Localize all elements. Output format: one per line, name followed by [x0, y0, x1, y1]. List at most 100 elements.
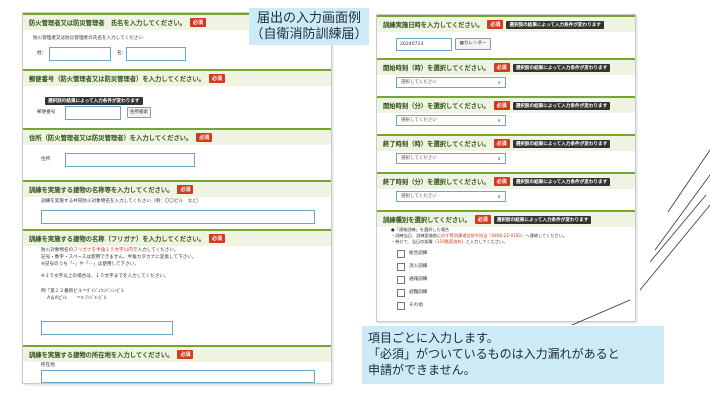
required-badge: 必須 [474, 215, 491, 224]
end-hour-select[interactable]: 選択してください ∨ [396, 153, 506, 164]
address-search-button[interactable]: 住所検索 [127, 107, 151, 118]
required-badge: 必須 [493, 177, 510, 186]
address-input[interactable] [65, 153, 195, 167]
caption-line: （自衛消防訓練届） [250, 27, 368, 42]
address-label: 住所 [41, 157, 51, 162]
instruction-text: 防火管理者又は防災管理者の氏名を入力してください [33, 36, 143, 41]
required-badge: 必須 [493, 139, 510, 148]
address-section: 住所（防火管理者又は防災管理者）を入力してください。 必須 住所 [23, 128, 331, 174]
date-input[interactable]: 20240723 [396, 38, 452, 51]
right-form-panel: 訓練実施日時を入力してください。 必須 選択肢の結果によって入力条件が変わります… [376, 14, 636, 322]
section-header: 訓練を実施する建物の名称等を入力してください。 必須 [23, 180, 331, 197]
kana-instruction-line: 記号・数字・スペースは使用できません。半角カタカナに変換して下さい。 [41, 255, 197, 260]
date-section: 訓練実施日時を入力してください。 必須 選択肢の結果によって入力条件が変わります… [377, 15, 635, 53]
condition-note: 選択肢の結果によって入力条件が変わります [45, 87, 143, 106]
section-header: 訓練実施日時を入力してください。 必須 選択肢の結果によって入力条件が変わります [377, 15, 635, 32]
training-type-option-label: 消火訓練 [409, 264, 428, 269]
note-line: 項目ごとに入力します。 [368, 331, 499, 345]
section-title: 終了時刻（時）を選択してください。 [383, 141, 490, 148]
section-header: 開始時刻（分）を選択してください。 必須 選択肢の結果によって入力条件が変わりま… [377, 96, 635, 113]
training-type-option-label: 避難訓練 [409, 290, 428, 295]
training-type-checkbox[interactable] [397, 276, 405, 284]
start-hour-section: 開始時刻（時）を選択してください。 必須 選択肢の結果によって入力条件が変わりま… [377, 58, 635, 94]
section-header: 訓練を実施する建物の所在地を入力してください。 必須 [23, 345, 331, 362]
training-type-checkbox[interactable] [397, 302, 405, 310]
kana-instruction-line: 防火対象物名のフリガナを半角１５文字以内で入力してください。 [41, 248, 179, 253]
chevron-down-icon: ∨ [497, 156, 501, 162]
given-name-input[interactable] [126, 47, 186, 61]
training-type-checkbox[interactable] [397, 263, 405, 271]
building-address-label: 所在地 [41, 363, 55, 368]
end-minute-section: 終了時刻（分）を選択してください。 必須 選択肢の結果によって入力条件が変わりま… [377, 172, 635, 208]
section-title: 郵便番号（防火管理者又は防災管理者）を入力してください。 [29, 76, 205, 83]
condition-note: 選択肢の結果によって入力条件が変わります [512, 139, 611, 148]
end-hour-section: 終了時刻（時）を選択してください。 必須 選択肢の結果によって入力条件が変わりま… [377, 134, 635, 170]
postal-code-input[interactable] [65, 106, 121, 120]
note-box: 項目ごとに入力します。 「必須」がついているものは入力漏れがあると 申請ができま… [362, 326, 664, 384]
training-type-section: 訓練種別を選択してください。 必須 選択肢の結果によって入力条件が変わります ●… [377, 210, 635, 320]
postal-code-section: 郵便番号（防火管理者又は防災管理者）を入力してください。 必須 選択肢の結果によ… [23, 69, 331, 126]
postal-code-label: 郵便番号 [37, 110, 56, 115]
required-badge: 必須 [190, 18, 207, 27]
section-header: 訓練種別を選択してください。 必須 選択肢の結果によって入力条件が変わります [377, 210, 635, 227]
start-minute-section: 開始時刻（分）を選択してください。 必須 選択肢の結果によって入力条件が変わりま… [377, 96, 635, 132]
section-title: 防火管理者又は防災管理者 氏名を入力してください。 [29, 20, 187, 27]
building-kana-section: 訓練を実施する建物の名称（フリガナ）を入力してください。 必須 防火対象物名のフ… [23, 229, 331, 341]
section-title: 訓練種別を選択してください。 [383, 217, 471, 224]
training-type-option-label: 通報訓練 [409, 277, 428, 282]
section-header: 訓練を実施する建物の名称（フリガナ）を入力してください。 必須 [23, 229, 331, 246]
required-badge: 必須 [177, 185, 194, 194]
condition-note: 選択肢の結果によって入力条件が変わります [493, 215, 592, 224]
building-kana-input[interactable] [41, 321, 173, 335]
required-badge: 必須 [208, 74, 225, 83]
calendar-button[interactable]: ▦カレンダー [455, 38, 491, 50]
required-badge: 必須 [208, 234, 225, 243]
section-title: 住所（防火管理者又は防災管理者）を入力してください。 [29, 135, 193, 142]
surname-input[interactable] [49, 47, 111, 61]
chevron-down-icon: ∨ [497, 80, 501, 86]
kana-instruction-line: ※１５文字以上の場合は、１５文字までを入力してください。 [41, 274, 169, 279]
condition-note: 選択肢の結果によって入力条件が変わります [506, 20, 604, 29]
condition-note: 選択肢の結果によって入力条件が変わります [512, 177, 611, 186]
section-title: 終了時刻（分）を選択してください。 [383, 179, 490, 186]
given-name-label: 名： [117, 51, 127, 56]
start-minute-select[interactable]: 選択してください ∨ [396, 115, 506, 126]
training-type-option-label: 総合訓練 [409, 251, 428, 256]
note-line: 申請ができません。 [368, 363, 476, 377]
kana-instruction-line: ※記号のうち「ｰ」や「･･」は使用して下さい。 [41, 262, 139, 267]
training-type-checkbox[interactable] [397, 250, 405, 258]
building-name-input[interactable] [41, 210, 315, 224]
building-address-input[interactable] [41, 370, 315, 383]
section-title: 訓練を実施する建物の所在地を入力してください。 [29, 352, 174, 359]
start-hour-select[interactable]: 選択してください ∨ [396, 77, 506, 88]
chevron-down-icon: ∨ [497, 194, 501, 200]
section-title: 訓練を実施する建物の名称（フリガナ）を入力してください。 [29, 236, 205, 243]
required-badge: 必須 [196, 133, 213, 142]
training-type-option-label: その他 [409, 303, 423, 308]
section-header: 終了時刻（分）を選択してください。 必須 選択肢の結果によって入力条件が変わりま… [377, 172, 635, 189]
condition-note: 選択肢の結果によって入力条件が変わります [512, 101, 611, 110]
required-badge: 必須 [177, 350, 194, 359]
required-badge: 必須 [487, 20, 504, 29]
info-text: ・券せて、当日の架電（119番実施先）と入力してください。 [391, 239, 508, 244]
chevron-down-icon: ∨ [497, 118, 501, 124]
section-header: 住所（防火管理者又は防災管理者）を入力してください。 必須 [23, 128, 331, 145]
kana-example-line: 例「第１２番新ビル＝ﾀﾞｲｼﾞｭｳﾆﾊﾞﾝｼﾝﾋﾞﾙ [41, 289, 124, 294]
instruction-text: 訓練を実施する共同防火対象物名を入力してください（例：〇〇ビル など） [41, 199, 202, 204]
section-title: 開始時刻（時）を選択してください。 [383, 65, 490, 72]
kana-example-line: A＆Aビル ＝ｴｰｱﾝﾄﾞｴｰﾋﾞﾙ [41, 296, 107, 301]
training-type-checkbox[interactable] [397, 289, 405, 297]
required-badge: 必須 [493, 101, 510, 110]
section-header: 開始時刻（時）を選択してください。 必須 選択肢の結果によって入力条件が変わりま… [377, 58, 635, 75]
section-title: 開始時刻（分）を選択してください。 [383, 103, 490, 110]
note-line: 「必須」がついているものは入力漏れがあると [368, 347, 620, 361]
building-name-section: 訓練を実施する建物の名称等を入力してください。 必須 訓練を実施する共同防火対象… [23, 180, 331, 224]
caption-line: 届出の入力画面例 [256, 11, 361, 26]
end-minute-select[interactable]: 選択してください ∨ [396, 191, 506, 202]
surname-label: 姓： [37, 51, 47, 56]
building-address-section: 訓練を実施する建物の所在地を入力してください。 必須 所在地 [23, 345, 331, 383]
caption-box: 届出の入力画面例 （自衛消防訓練届） [249, 8, 369, 45]
section-header: 郵便番号（防火管理者又は防災管理者）を入力してください。 必須 [23, 69, 331, 86]
left-form-panel: 防火管理者又は防災管理者 氏名を入力してください。 必須 防火管理者又は防災管理… [22, 12, 332, 384]
section-title: 訓練を実施する建物の名称等を入力してください。 [29, 187, 174, 194]
